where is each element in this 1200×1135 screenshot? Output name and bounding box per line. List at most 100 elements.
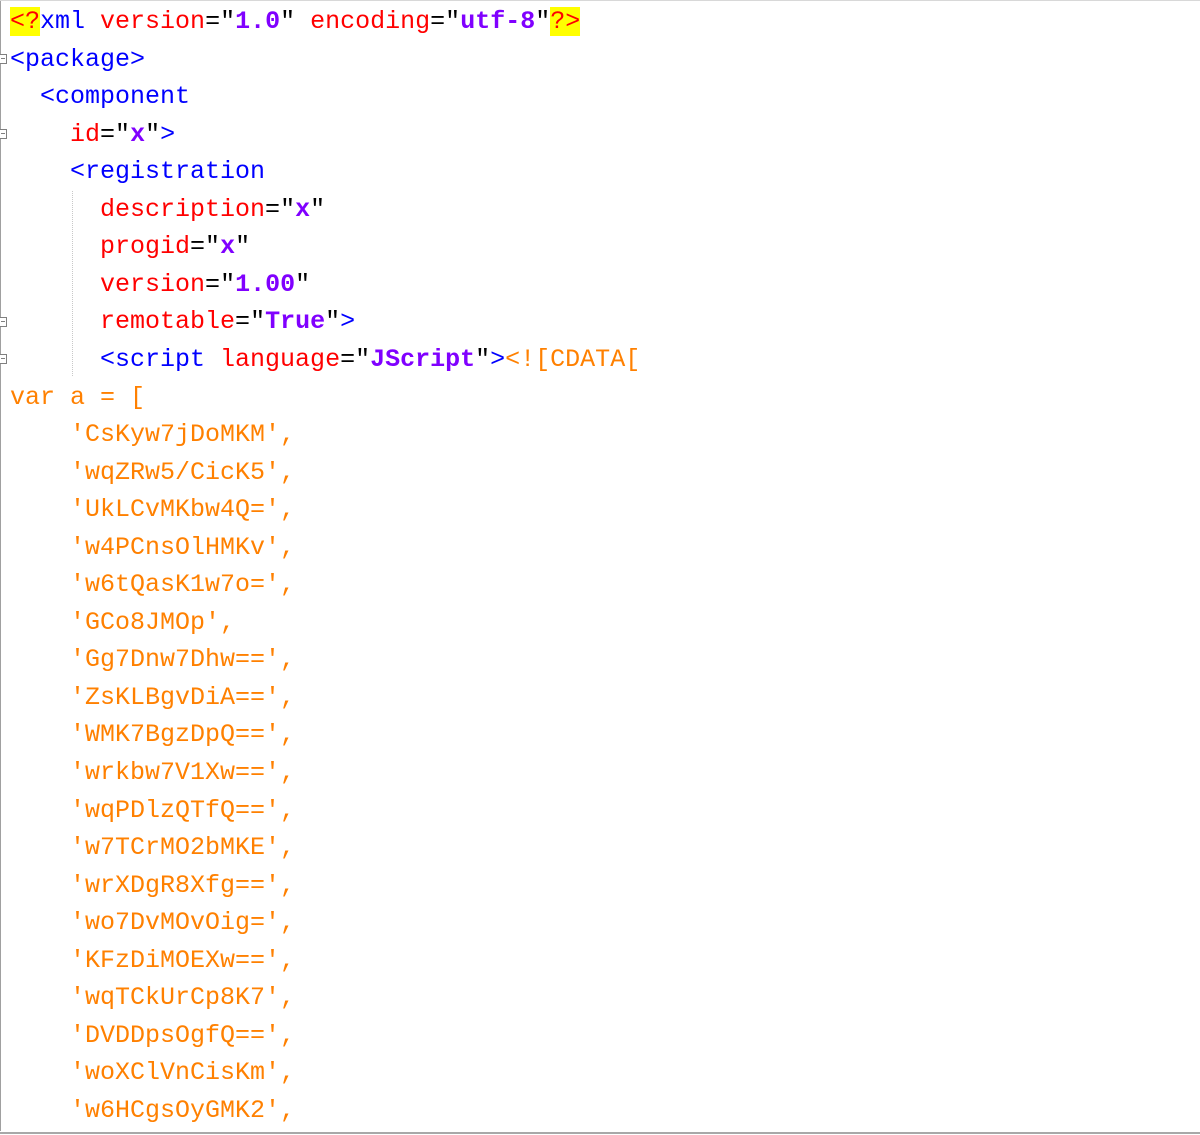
code-line[interactable]: <?xml version="1.0" encoding="utf-8"?> xyxy=(10,3,581,40)
code-line[interactable]: 'UkLCvMKbw4Q=', xyxy=(10,491,295,528)
code-token: " xyxy=(355,344,371,374)
code-line[interactable]: var a = [ xyxy=(10,379,145,416)
code-token: progid xyxy=(100,232,191,262)
code-line[interactable]: 'woXClVnCisKm', xyxy=(10,1054,295,1091)
code-line[interactable]: 'ZsKLBgvDiA==', xyxy=(10,679,295,716)
code-line[interactable]: progid="x" xyxy=(10,228,250,265)
code-token: " xyxy=(325,307,341,337)
code-token: var a = [ xyxy=(10,382,146,412)
code-token: encoding xyxy=(310,7,431,36)
fold-collapse-icon[interactable] xyxy=(0,129,7,139)
code-line[interactable]: 'wqPDlzQTfQ==', xyxy=(10,792,295,829)
code-token: 'wrkbw7V1Xw==', xyxy=(70,758,296,787)
code-token: " xyxy=(535,7,551,36)
code-token: 'GCo8JMOp', xyxy=(70,607,236,637)
code-token: 1.00 xyxy=(235,269,296,299)
code-line[interactable]: 'KFzDiMOEXw==', xyxy=(10,942,295,979)
code-token: remotable xyxy=(100,307,236,337)
code-token: version xyxy=(100,7,206,36)
code-line[interactable]: 'CsKyw7jDoMKM', xyxy=(10,416,295,453)
code-token: 'wrXDgR8Xfg==', xyxy=(70,870,296,900)
code-token: True xyxy=(265,307,326,337)
code-token: utf-8 xyxy=(460,7,536,36)
code-line[interactable]: 'w6tQasK1w7o=', xyxy=(10,566,295,603)
code-line[interactable]: description="x" xyxy=(10,191,325,228)
code-token: " xyxy=(475,344,491,374)
code-token: x xyxy=(295,194,311,224)
code-token: <registration xyxy=(70,157,266,187)
code-line[interactable]: 'wo7DvMOvOig=', xyxy=(10,904,295,941)
code-line[interactable]: 'DVDDpsOgfQ==', xyxy=(10,1017,295,1054)
code-token: = xyxy=(100,119,116,149)
code-token: > xyxy=(340,307,356,337)
code-token: xml xyxy=(40,7,101,36)
code-line[interactable]: 'wqZRw5/CicK5', xyxy=(10,454,295,491)
code-token: 'wqZRw5/CicK5', xyxy=(70,457,296,487)
code-line[interactable]: <registration xyxy=(10,153,265,190)
code-line[interactable]: 'w7TCrMO2bMKE', xyxy=(10,829,295,866)
code-line[interactable]: <package> xyxy=(10,41,145,78)
code-token: " xyxy=(145,119,161,149)
code-line[interactable]: 'w6HCgsOyGMK2', xyxy=(10,1092,295,1129)
code-token: " xyxy=(295,269,311,299)
code-token: " xyxy=(310,194,326,224)
code-token: 'w6HCgsOyGMK2', xyxy=(70,1095,296,1125)
code-token: 'DVDDpsOgfQ==', xyxy=(70,1020,296,1050)
code-line[interactable]: 'GCo8JMOp', xyxy=(10,604,235,641)
code-token: x xyxy=(130,119,146,149)
code-token: 'UkLCvMKbw4Q=', xyxy=(70,495,296,525)
code-line[interactable]: 'w4PCnsOlHMKv', xyxy=(10,529,295,566)
code-token: " xyxy=(280,194,296,224)
code-token: > xyxy=(490,344,506,374)
code-token: 'ZsKLBgvDiA==', xyxy=(70,682,296,712)
code-editor[interactable]: <?xml version="1.0" encoding="utf-8"?> <p… xyxy=(0,0,1200,1135)
code-line[interactable]: 'wrXDgR8Xfg==', xyxy=(10,867,295,904)
code-token: " xyxy=(205,232,221,262)
code-token: = xyxy=(430,7,446,36)
code-token: ?> xyxy=(550,7,581,36)
fold-collapse-icon[interactable] xyxy=(0,317,7,327)
code-token: = xyxy=(205,7,221,36)
code-token: = xyxy=(190,232,206,262)
code-token: <script xyxy=(100,344,221,374)
code-token: = xyxy=(205,269,221,299)
code-token: 'CsKyw7jDoMKM', xyxy=(70,420,296,450)
code-line[interactable]: version="1.00" xyxy=(10,266,310,303)
code-line[interactable]: <script language="JScript"><![CDATA[ xyxy=(10,341,640,378)
code-token: <? xyxy=(10,7,41,36)
code-line[interactable]: 'Gg7Dnw7Dhw==', xyxy=(10,641,295,678)
code-line[interactable]: 'wqTCkUrCp8K7', xyxy=(10,979,295,1016)
code-token: 'WMK7BgzDpQ==', xyxy=(70,720,296,750)
code-line[interactable]: remotable="True"> xyxy=(10,303,355,340)
code-token: " xyxy=(280,7,311,36)
code-token: " xyxy=(115,119,131,149)
code-line[interactable]: 'wrkbw7V1Xw==', xyxy=(10,754,295,791)
code-token: id xyxy=(70,119,101,149)
code-line[interactable]: <component xyxy=(10,78,190,115)
code-line[interactable]: id="x"> xyxy=(10,116,175,153)
code-token: 'wqTCkUrCp8K7', xyxy=(70,983,296,1013)
code-token: 'wqPDlzQTfQ==', xyxy=(70,795,296,825)
code-token: = xyxy=(265,194,281,224)
code-line[interactable]: 'WMK7BgzDpQ==', xyxy=(10,716,295,753)
fold-collapse-icon[interactable] xyxy=(0,354,7,364)
fold-collapse-icon[interactable] xyxy=(0,54,7,64)
